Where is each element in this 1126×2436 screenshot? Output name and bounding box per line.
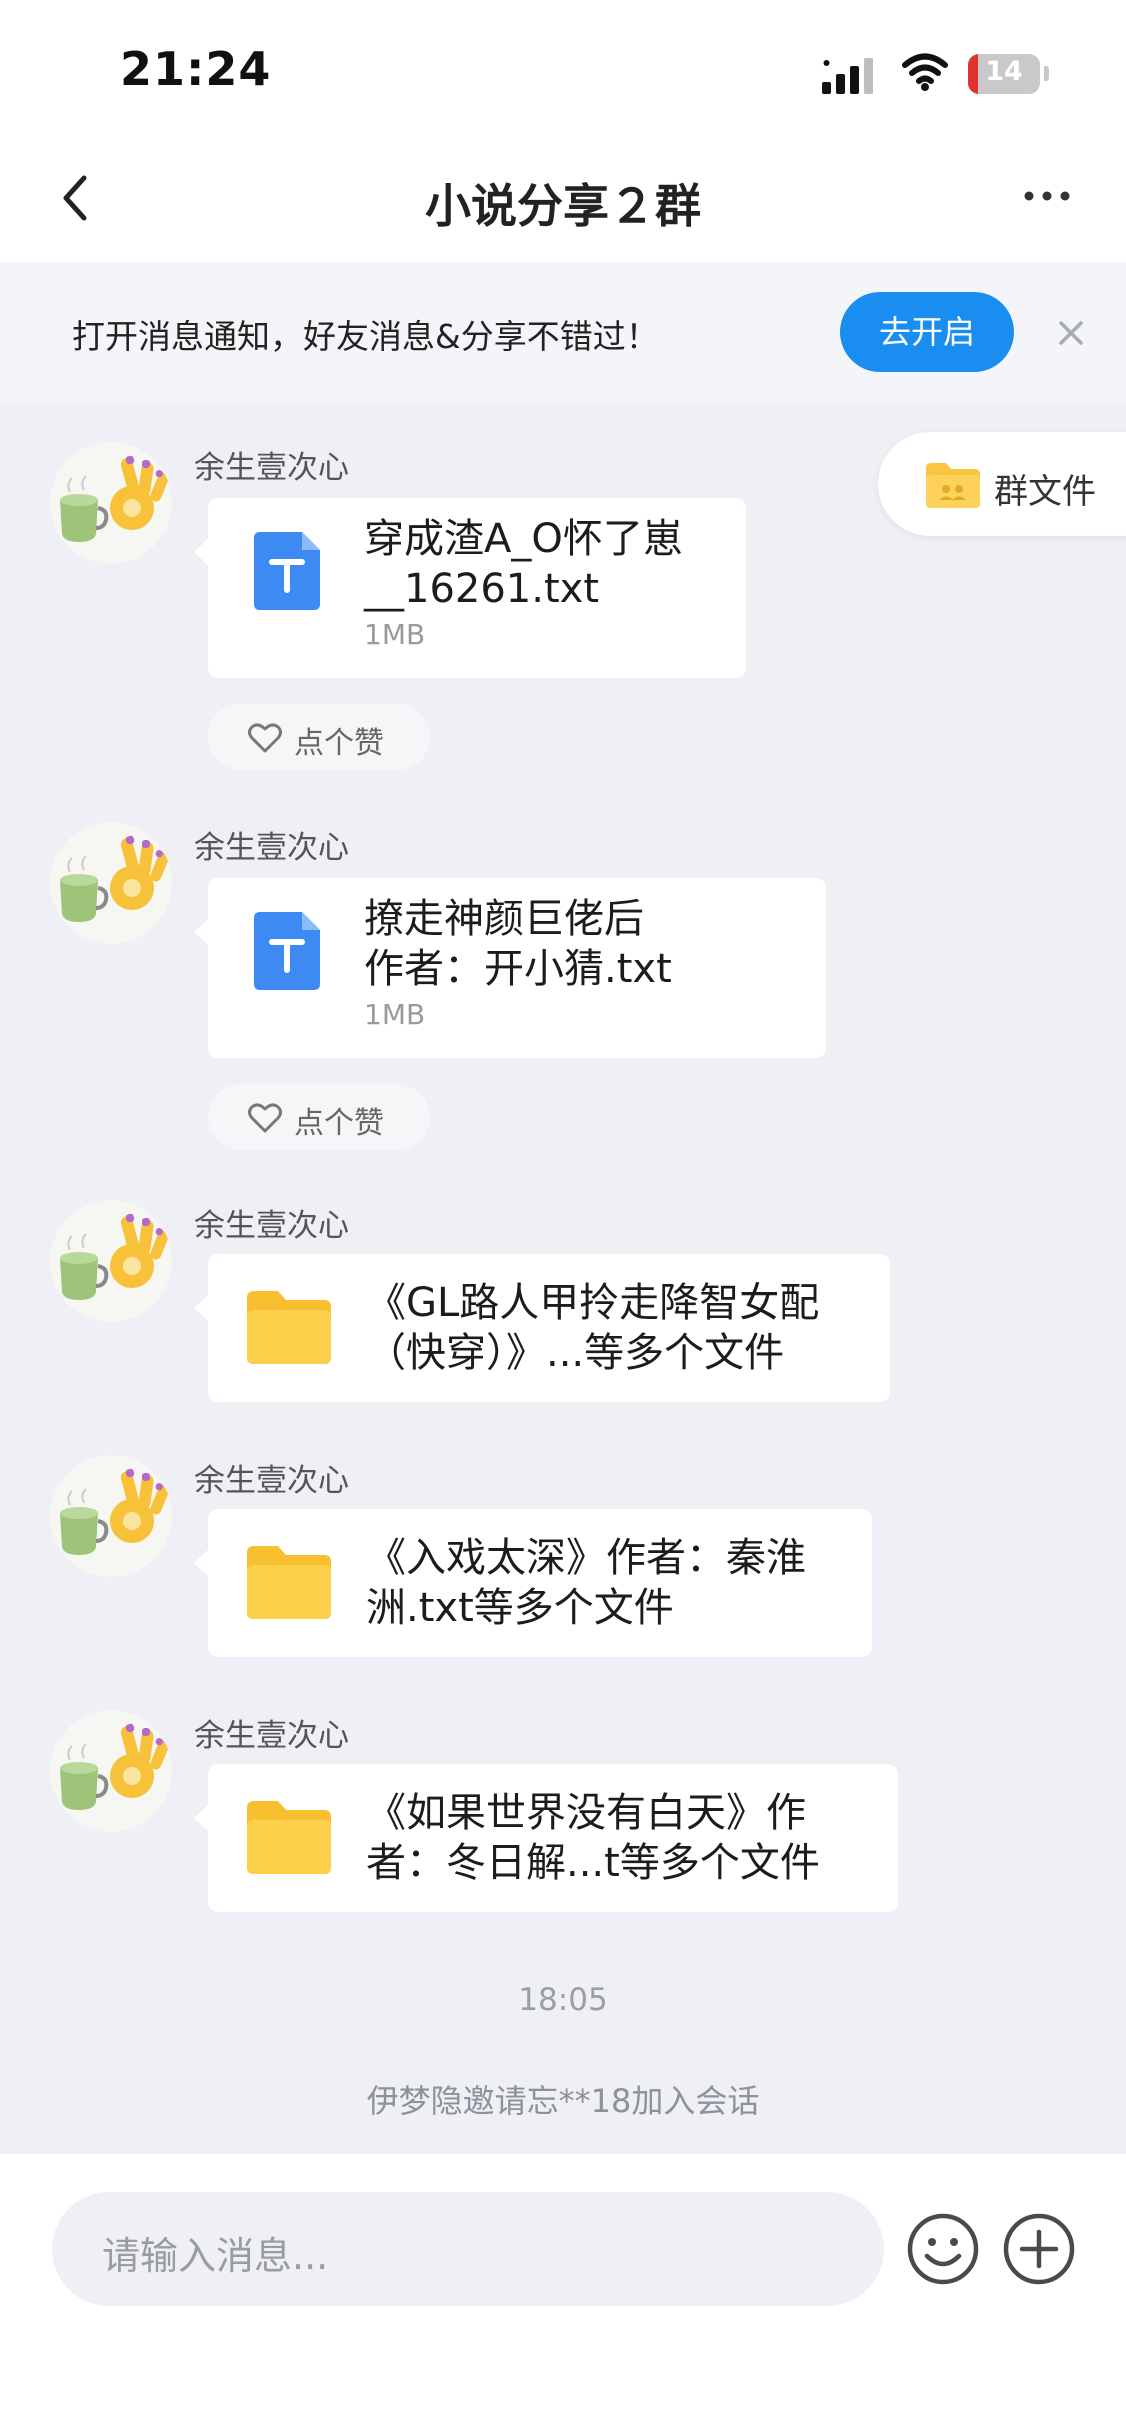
file-name-line: 洲.txt等多个文件 [366, 1585, 674, 1631]
folder-message-bubble[interactable]: 《入戏太深》作者：秦淮 洲.txt等多个文件 [194, 1509, 872, 1657]
group-files-button[interactable]: 群文件 [878, 432, 1126, 536]
sender-name: 余生壹次心 [194, 450, 349, 486]
battery-nub [1044, 66, 1049, 81]
battery-indicator: 14 [968, 54, 1040, 94]
heart-icon [248, 723, 282, 753]
status-time: 21:24 [120, 42, 272, 96]
like-button[interactable]: 点个赞 [208, 704, 430, 770]
folder-icon [247, 1291, 331, 1364]
like-label: 点个赞 [294, 1106, 384, 1141]
close-icon[interactable] [1056, 318, 1086, 348]
file-name-line: 穿成渣A_O怀了崽 [364, 516, 683, 562]
bubble-tail [194, 918, 209, 946]
time-divider: 18:05 [518, 1982, 608, 2018]
bubble-tail [194, 1549, 209, 1577]
sender-name: 余生壹次心 [194, 830, 349, 866]
file-name-line: 《GL路人甲拎走降智女配 [366, 1280, 820, 1326]
file-name-line: 者：冬日解...t等多个文件 [366, 1840, 820, 1886]
wifi-icon [902, 53, 948, 91]
file-name: 《入戏太深》作者：秦淮 洲.txt等多个文件 [366, 1533, 806, 1633]
folder-icon [247, 1546, 331, 1619]
header: 21:24 14 小说分享２群 [0, 0, 1126, 262]
message-input[interactable]: 请输入消息... [52, 2192, 884, 2306]
folder-icon [247, 1801, 331, 1874]
page-title: 小说分享２群 [425, 179, 701, 233]
bubble-tail [194, 1804, 209, 1832]
file-name-line: 作者：开小猜.txt [364, 946, 672, 992]
notification-text: 打开消息通知，好友消息&分享不错过！ [72, 317, 659, 356]
group-files-label: 群文件 [994, 472, 1096, 512]
status-bar: 21:24 14 [0, 0, 1126, 150]
file-name: 穿成渣A_O怀了崽 __16261.txt [364, 514, 683, 614]
file-name-line: 《入戏太深》作者：秦淮 [366, 1535, 806, 1581]
like-button[interactable]: 点个赞 [208, 1084, 430, 1150]
sender-name: 余生壹次心 [194, 1463, 349, 1499]
file-size: 1MB [364, 618, 426, 651]
avatar[interactable] [50, 822, 172, 944]
file-name-line: 《如果世界没有白天》作 [366, 1790, 806, 1836]
sender-name: 余生壹次心 [194, 1718, 349, 1754]
battery-level: 14 [985, 56, 1023, 87]
bubble-tail [194, 1294, 209, 1322]
file-name: 《如果世界没有白天》作 者：冬日解...t等多个文件 [366, 1788, 820, 1888]
avatar[interactable] [50, 1710, 172, 1832]
avatar[interactable] [50, 1455, 172, 1577]
avatar[interactable] [50, 1200, 172, 1322]
txt-file-icon [254, 532, 320, 610]
input-placeholder: 请输入消息... [102, 2234, 329, 2278]
heart-icon [248, 1103, 282, 1133]
notification-banner: 打开消息通知，好友消息&分享不错过！ 去开启 [0, 262, 1126, 404]
sender-name: 余生壹次心 [194, 1208, 349, 1244]
like-label: 点个赞 [294, 726, 384, 761]
file-name-line: __16261.txt [364, 566, 599, 612]
emoji-icon[interactable] [906, 2212, 980, 2286]
file-name: 撩走神颜巨佬后 作者：开小猜.txt [364, 894, 672, 994]
bubble-tail [194, 538, 209, 566]
file-size: 1MB [364, 998, 426, 1031]
add-icon[interactable] [1002, 2212, 1076, 2286]
file-name: 《GL路人甲拎走降智女配 （快穿）》...等多个文件 [366, 1278, 819, 1378]
folder-message-bubble[interactable]: 《如果世界没有白天》作 者：冬日解...t等多个文件 [194, 1764, 898, 1912]
folder-icon [926, 463, 980, 508]
folder-message-bubble[interactable]: 《GL路人甲拎走降智女配 （快穿）》...等多个文件 [194, 1254, 890, 1402]
file-name-line: 撩走神颜巨佬后 [364, 896, 644, 942]
more-options-icon[interactable] [1024, 186, 1070, 206]
txt-file-icon [254, 912, 320, 990]
avatar[interactable] [50, 442, 172, 564]
file-message-bubble[interactable]: 穿成渣A_O怀了崽 __16261.txt 1MB [194, 498, 746, 678]
cellular-signal-icon [822, 58, 873, 94]
enable-notifications-button[interactable]: 去开启 [840, 292, 1014, 372]
file-name-line: （快穿）》...等多个文件 [366, 1330, 785, 1376]
file-message-bubble[interactable]: 撩走神颜巨佬后 作者：开小猜.txt 1MB [194, 878, 826, 1058]
input-bar: 请输入消息... [0, 2154, 1126, 2436]
system-message: 伊梦隐邀请忘**18加入会话 [366, 2082, 760, 2120]
